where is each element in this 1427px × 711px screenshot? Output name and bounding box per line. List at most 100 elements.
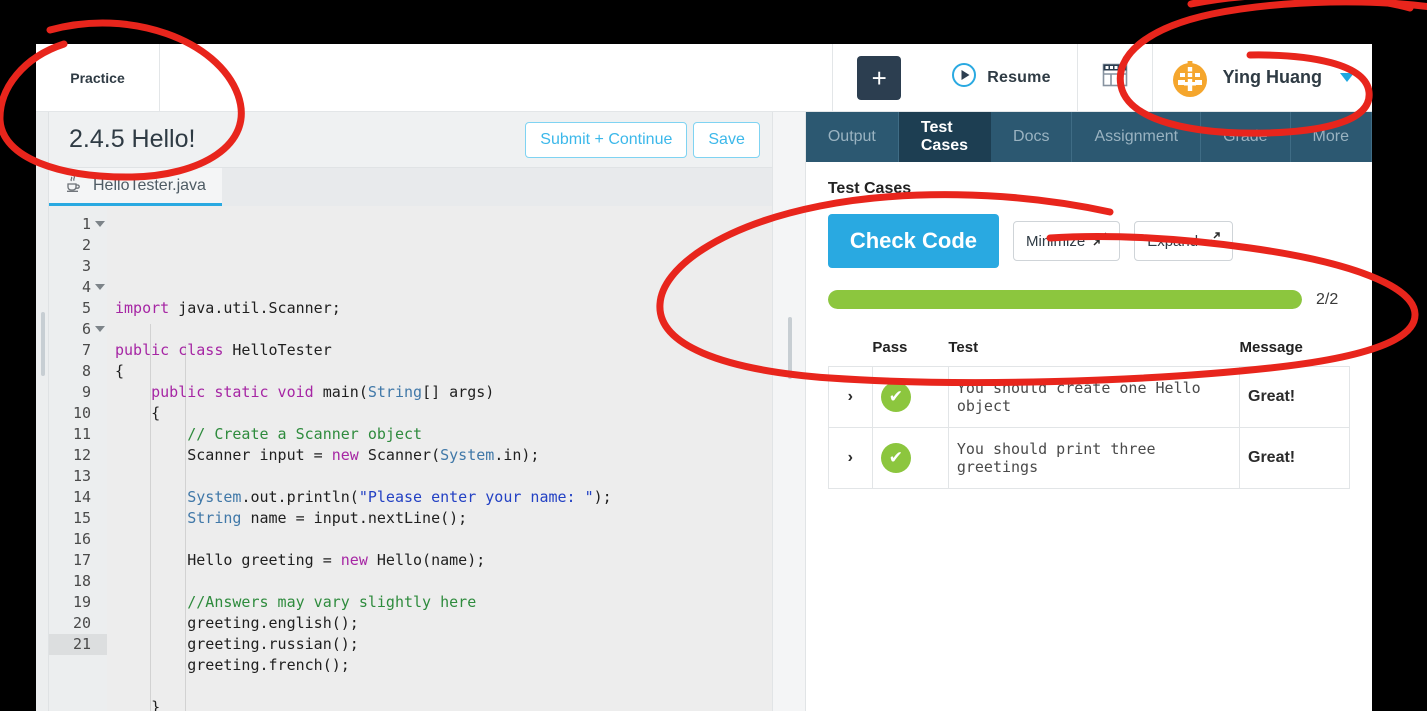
line-number: 21 (49, 634, 107, 655)
codehs-app-window: Practice + Resume Ying Huang 2.4.5 Hello… (36, 44, 1372, 711)
screenshot-root: Practice + Resume Ying Huang 2.4.5 Hello… (0, 0, 1427, 711)
code-token: //Answers may vary slightly here (187, 593, 477, 611)
code-token: public static void (151, 383, 314, 401)
code-token: [] args) (422, 383, 495, 401)
expand-button[interactable]: Expand (1134, 221, 1234, 261)
add-button[interactable]: + (857, 55, 902, 100)
line-number: 6 (49, 319, 107, 340)
code-token: { (115, 404, 161, 422)
line-number: 1 (49, 214, 107, 235)
line-number: 15 (72, 509, 91, 527)
progress-label: 2/2 (1316, 290, 1339, 308)
fold-triangle-icon[interactable] (95, 326, 105, 332)
code-token: ); (593, 488, 612, 506)
test-controls: Check Code Minimize Expand (827, 214, 1350, 268)
tab-label: More (1312, 128, 1349, 145)
exercise-header: 2.4.5 Hello! Submit + Continue Save (49, 112, 772, 168)
code-token: Scanner input = (115, 446, 332, 464)
expand-label: Expand (1147, 232, 1199, 250)
code-text-area[interactable]: import java.util.Scanner; public class He… (107, 206, 772, 711)
code-line: Hello greeting = new Hello(name); (107, 550, 772, 571)
code-token: greeting.french(); (115, 656, 350, 674)
code-token: new (340, 551, 368, 569)
table-row[interactable]: › ✔ You should create one Hello object Grea… (827, 366, 1350, 428)
editor-actions: Submit + Continue Save (525, 121, 760, 158)
code-line: public class HelloTester (107, 340, 772, 361)
castle-avatar-icon (1169, 57, 1211, 99)
pass-cell: ✔ (871, 366, 949, 428)
layout-toggle-button[interactable] (1078, 44, 1153, 111)
nav-tab-practice-label: Practice (70, 69, 125, 86)
resume-label: Resume (987, 68, 1051, 86)
main-split: 2.4.5 Hello! Submit + Continue Save Hell… (36, 112, 1372, 711)
code-token: String (367, 383, 423, 401)
row-expand-chevron-icon[interactable]: › (827, 427, 873, 489)
code-token: public class (115, 341, 224, 359)
code-token: greeting.english(); (115, 614, 359, 632)
submit-continue-button[interactable]: Submit + Continue (525, 121, 688, 158)
code-editor[interactable]: 1 2 3 4 5 6 7 8 9 10 11 12 13 14 15 16 17 18 19 20 21 import… (49, 206, 772, 711)
code-token: Hello greeting = (115, 551, 341, 569)
line-number: 4 (49, 277, 107, 298)
table-row[interactable]: › ✔ You should print three greetings Great! (827, 427, 1350, 489)
line-number: 12 (72, 446, 91, 464)
fold-triangle-icon[interactable] (95, 284, 105, 290)
table-header-row: Pass Test Message (828, 339, 1349, 367)
line-number: 14 (72, 488, 91, 506)
code-line: { (107, 361, 772, 382)
line-number: 20 (72, 614, 91, 632)
test-results-body: › ✔ You should create one Hello object Grea… (827, 366, 1350, 489)
tab-label: Output (827, 128, 876, 145)
user-name-label: Ying Huang (1222, 67, 1322, 87)
nav-tab-practice[interactable]: Practice (36, 44, 160, 111)
code-token: } (115, 698, 161, 711)
code-line: greeting.english(); (107, 613, 772, 634)
line-number: 19 (72, 593, 91, 611)
check-code-button[interactable]: Check Code (827, 214, 999, 268)
code-token: java.util.Scanner; (169, 299, 341, 317)
test-message: Great! (1239, 427, 1350, 489)
row-expand-chevron-icon[interactable]: › (827, 366, 873, 428)
resume-button[interactable]: Resume (925, 44, 1078, 111)
file-tab-label: HelloTester.java (93, 176, 206, 194)
tab-assignment[interactable]: Assignment (1072, 112, 1202, 162)
user-menu[interactable]: Ying Huang (1153, 44, 1372, 111)
code-token: main( (313, 383, 368, 401)
java-coffee-icon (63, 173, 83, 198)
check-circle-icon: ✔ (880, 382, 911, 412)
save-button[interactable]: Save (693, 121, 760, 158)
code-token: Hello(name); (367, 551, 486, 569)
tab-grade[interactable]: Grade (1201, 112, 1291, 162)
file-tab-hellotester[interactable]: HelloTester.java (49, 168, 222, 206)
pane-splitter[interactable] (771, 112, 806, 711)
code-token: HelloTester (223, 341, 332, 359)
fold-triangle-icon[interactable] (95, 221, 105, 227)
tab-more[interactable]: More (1291, 112, 1372, 162)
line-number: 13 (72, 467, 91, 485)
tab-docs[interactable]: Docs (991, 112, 1073, 162)
test-progress: 2/2 (827, 290, 1350, 309)
code-line: { (107, 403, 772, 424)
minimize-label: Minimize (1026, 232, 1086, 250)
code-line: greeting.french(); (107, 655, 772, 676)
line-number: 8 (81, 362, 91, 380)
check-circle-icon: ✔ (880, 443, 911, 473)
tab-test-cases[interactable]: Test Cases (898, 112, 992, 162)
code-token: new (331, 446, 359, 464)
line-number: 11 (72, 425, 91, 443)
results-tab-bar: Output Test Cases Docs Assignment Grade More (805, 112, 1372, 162)
chevron-down-icon[interactable] (1340, 73, 1354, 82)
minimize-button[interactable]: Minimize (1013, 221, 1121, 261)
line-number: 17 (72, 551, 91, 569)
line-number: 7 (81, 341, 91, 359)
left-drag-handle[interactable] (36, 112, 49, 711)
tab-output[interactable]: Output (806, 112, 899, 162)
col-expand (828, 339, 872, 367)
top-toolbar: Practice + Resume Ying Huang (36, 44, 1372, 112)
col-pass: Pass (872, 339, 908, 356)
